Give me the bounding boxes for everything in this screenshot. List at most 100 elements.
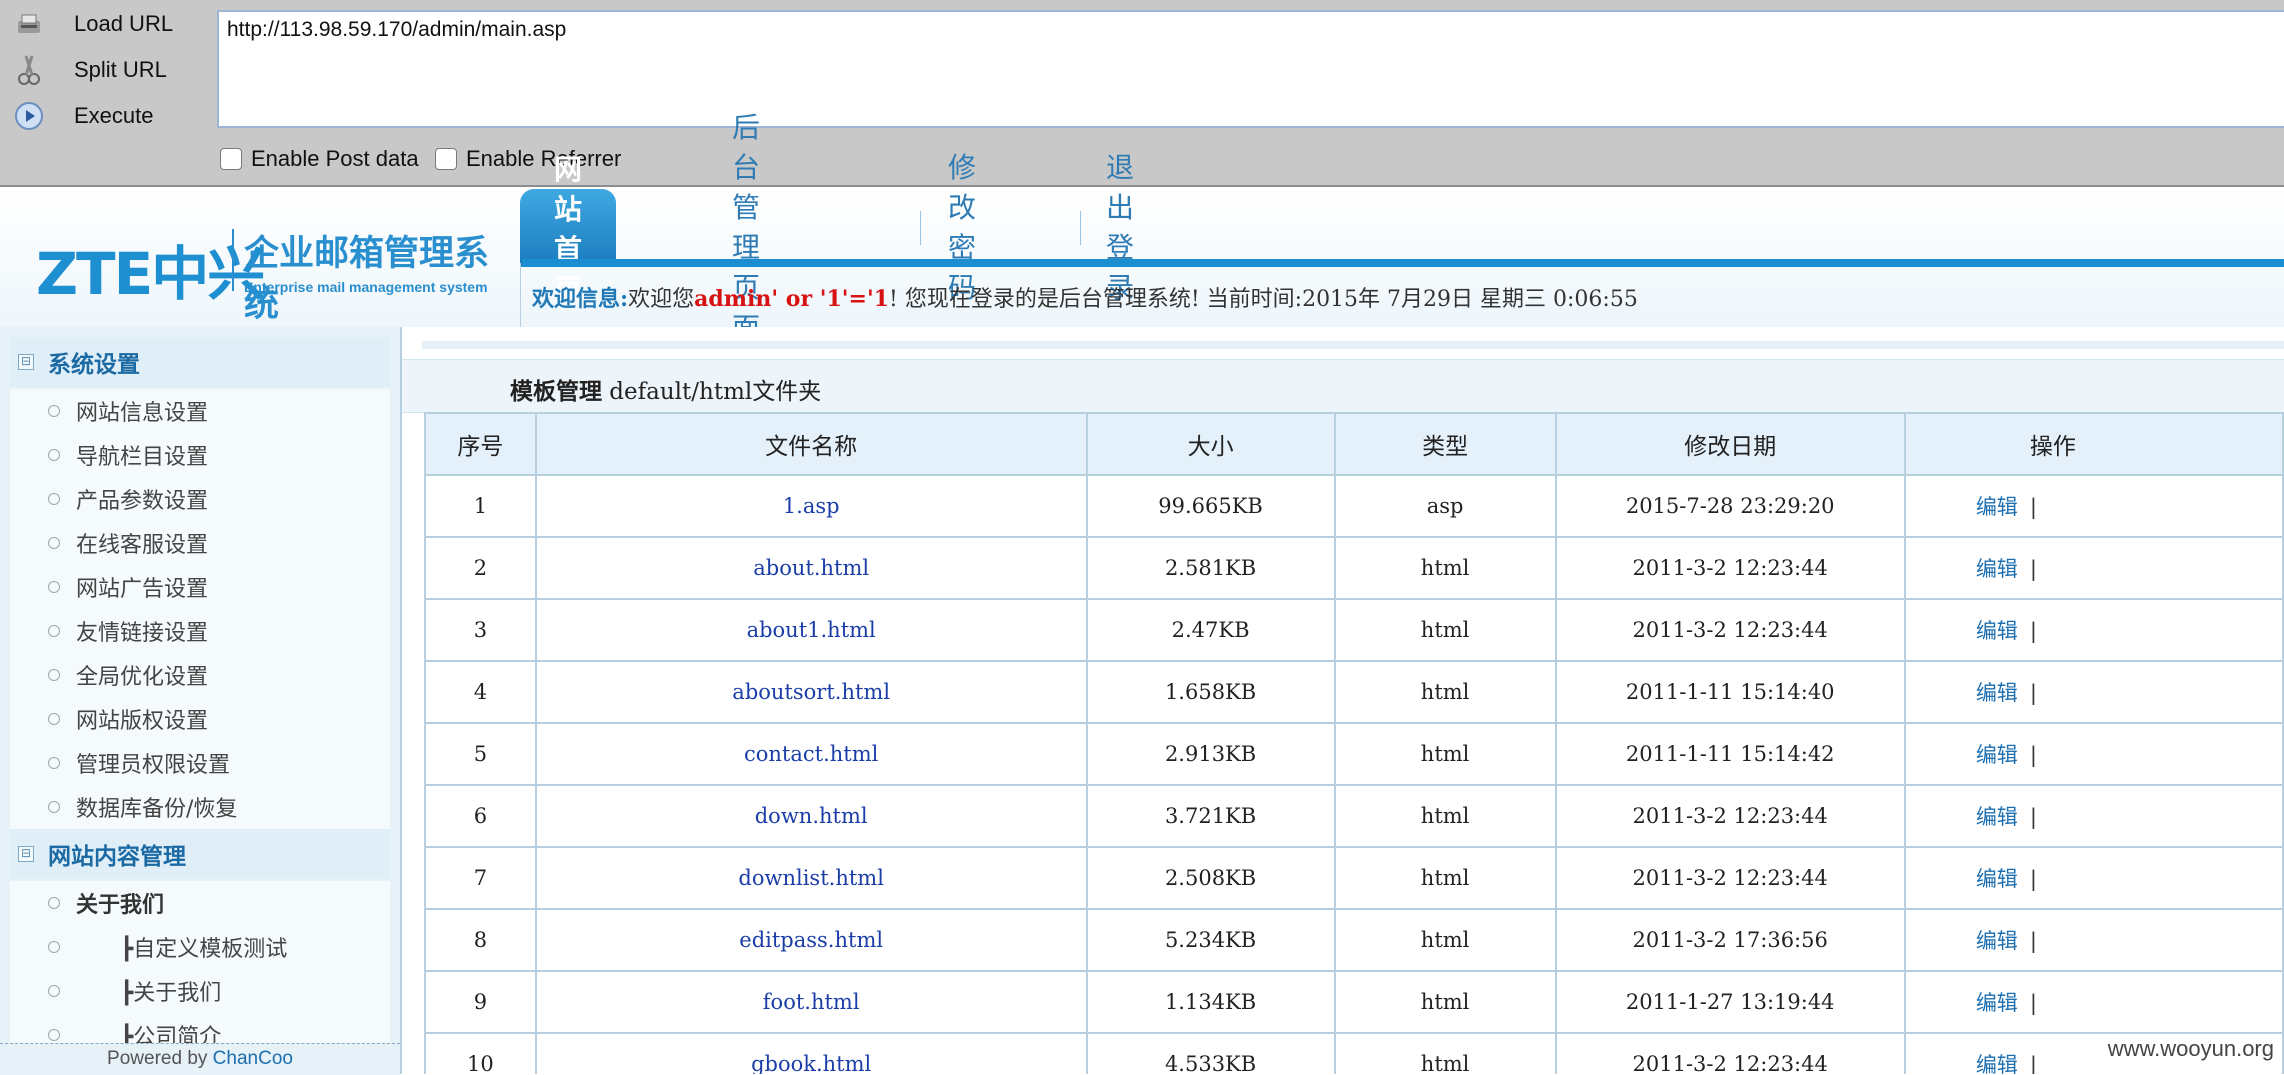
enable-referrer-checkbox[interactable]: Enable Referrer [435, 146, 621, 172]
sidebar-item[interactable]: 网站广告设置 [10, 565, 390, 609]
bullet-icon [48, 941, 60, 953]
cell-filename[interactable]: editpass.html [534, 908, 1088, 972]
chancoo-link[interactable]: ChanCoo [213, 1048, 293, 1069]
edit-link[interactable]: 编辑 [1976, 495, 2018, 519]
table-body: 1 1.asp 99.665KB asp 2015-7-28 23:29:20 编辑 | 2 a… [424, 474, 2284, 1074]
sidebar-item[interactable]: 数据库备份/恢复 [10, 785, 390, 829]
cell-date: 2011-3-2 12:23:44 [1554, 784, 1906, 848]
bullet-icon [48, 405, 60, 417]
sidebar-section-content-management[interactable]: ⊟ 网站内容管理 [10, 829, 390, 879]
sidebar-item[interactable]: 网站版权设置 [10, 697, 390, 741]
sidebar-list-system-settings: 网站信息设置 导航栏目设置 产品参数设置 在线客服设置 网站广告设置 友情链接设… [10, 389, 390, 829]
cell-filename[interactable]: foot.html [534, 970, 1088, 1034]
cell-size: 99.665KB [1085, 474, 1336, 538]
logo-system-name: 企业邮箱管理系统 [244, 234, 490, 325]
split-url-button[interactable]: Split URL [12, 50, 212, 90]
edit-link[interactable]: 编辑 [1976, 1053, 2018, 1074]
execute-button[interactable]: Execute [12, 96, 212, 136]
cell-size: 2.47KB [1085, 598, 1336, 662]
sidebar: ⊟ 系统设置 网站信息设置 导航栏目设置 产品参数设置 在线客服设置 网站广告设… [0, 327, 402, 1074]
cell-date: 2011-3-2 12:23:44 [1554, 598, 1906, 662]
sidebar-item[interactable]: 友情链接设置 [10, 609, 390, 653]
sidebar-item[interactable]: 产品参数设置 [10, 477, 390, 521]
sidebar-item[interactable]: ┣关于我们 [10, 969, 390, 1013]
edit-link[interactable]: 编辑 [1976, 805, 2018, 829]
zte-logo: ZTE中兴 企业邮箱管理系统 Enterprise mail managemen… [0, 189, 520, 327]
sidebar-item[interactable]: 导航栏目设置 [10, 433, 390, 477]
action-separator: | [2029, 743, 2037, 767]
cell-filename[interactable]: about1.html [534, 598, 1088, 662]
logo-system-name-en: Enterprise mail management system [244, 279, 488, 295]
cell-filename[interactable]: down.html [534, 784, 1088, 848]
table-row: 4 aboutsort.html 1.658KB html 2011-1-11 15:1… [424, 660, 2284, 724]
cell-size: 2.581KB [1085, 536, 1336, 600]
sidebar-item[interactable]: 在线客服设置 [10, 521, 390, 565]
main-content: 模板管理 default/html文件夹 序号 文件名称 大小 类型 修改日期 … [402, 327, 2284, 1074]
sidebar-item-label: 友情链接设置 [76, 621, 209, 646]
edit-link[interactable]: 编辑 [1976, 867, 2018, 891]
edit-link[interactable]: 编辑 [1976, 557, 2018, 581]
sidebar-item-label: 网站版权设置 [76, 709, 209, 734]
collapse-icon[interactable]: ⊟ [18, 354, 34, 370]
edit-link[interactable]: 编辑 [1976, 681, 2018, 705]
nav-home-tab[interactable]: 网站首页 [520, 153, 617, 306]
cell-filename[interactable]: gbook.html [534, 1032, 1088, 1074]
action-separator: | [2029, 929, 2037, 953]
sidebar-item[interactable]: 关于我们 [10, 881, 390, 925]
nav-divider [1080, 211, 1081, 245]
sidebar-item-label: 管理员权限设置 [76, 753, 231, 778]
cell-actions: 编辑 | [1903, 722, 2284, 786]
sidebar-item[interactable]: 网站信息设置 [10, 389, 390, 433]
cell-index: 1 [424, 474, 537, 538]
sidebar-item-label: 在线客服设置 [76, 533, 209, 558]
welcome-post: ! 您现在登录的是后台管理系统! 当前时间:2015年 7月29日 星期三 0:… [888, 287, 1638, 312]
col-filename-header: 文件名称 [534, 412, 1088, 476]
load-url-button[interactable]: Load URL [12, 4, 212, 44]
bullet-icon [48, 985, 60, 997]
nav-change-password-tab[interactable]: 修改密码 [948, 151, 976, 304]
template-file-table: 序号 文件名称 大小 类型 修改日期 操作 1 1.asp 99.665KB asp 2… [424, 412, 2284, 1074]
welcome-message: 欢迎信息:欢迎您admin' or '1'='1! 您现在登录的是后台管理系统!… [532, 281, 1638, 313]
nav-admin-tab[interactable]: 后台管理页面 [732, 111, 760, 344]
cell-index: 9 [424, 970, 537, 1034]
collapse-icon[interactable]: ⊟ [18, 846, 34, 862]
referrer-checkbox-label: Enable Referrer [466, 146, 622, 171]
nav-logout-tab[interactable]: 退出登录 [1106, 151, 1134, 304]
table-row: 7 downlist.html 2.508KB html 2011-3-2 12:23:… [424, 846, 2284, 910]
nav-underline-bar [522, 259, 2284, 267]
col-date-header: 修改日期 [1554, 412, 1906, 476]
cell-date: 2011-3-2 12:23:44 [1554, 536, 1906, 600]
url-textarea[interactable]: http://113.98.59.170/admin/main.asp [217, 10, 2284, 128]
cell-filename[interactable]: contact.html [534, 722, 1088, 786]
bullet-icon [48, 713, 60, 725]
edit-link[interactable]: 编辑 [1976, 743, 2018, 767]
cell-filename[interactable]: downlist.html [534, 846, 1088, 910]
execute-label: Execute [74, 103, 154, 128]
edit-link[interactable]: 编辑 [1976, 991, 2018, 1015]
logo-separator [232, 229, 234, 291]
powered-by-footer: Powered by ChanCoo [0, 1043, 400, 1075]
sidebar-item[interactable]: ┣自定义模板测试 [10, 925, 390, 969]
page-title-folder: default/html文件夹 [602, 379, 822, 405]
cell-actions: 编辑 | [1903, 970, 2284, 1034]
action-separator: | [2029, 619, 2037, 643]
post-checkbox-box[interactable] [220, 148, 242, 170]
cell-size: 5.234KB [1085, 908, 1336, 972]
sidebar-item[interactable]: 管理员权限设置 [10, 741, 390, 785]
cell-type: html [1333, 660, 1557, 724]
edit-link[interactable]: 编辑 [1976, 929, 2018, 953]
referrer-checkbox-box[interactable] [435, 148, 457, 170]
template-title-bar: 模板管理 default/html文件夹 [402, 359, 2284, 413]
enable-post-checkbox[interactable]: Enable Post data [220, 146, 419, 172]
cell-type: html [1333, 1032, 1557, 1074]
play-icon [12, 99, 46, 133]
cell-filename[interactable]: 1.asp [534, 474, 1088, 538]
edit-link[interactable]: 编辑 [1976, 619, 2018, 643]
action-separator: | [2029, 867, 2037, 891]
sidebar-item[interactable]: 全局优化设置 [10, 653, 390, 697]
cell-filename[interactable]: aboutsort.html [534, 660, 1088, 724]
cell-filename[interactable]: about.html [534, 536, 1088, 600]
sidebar-section-system-settings[interactable]: ⊟ 系统设置 [10, 337, 390, 387]
table-row: 8 editpass.html 5.234KB html 2011-3-2 17:36:… [424, 908, 2284, 972]
cell-type: html [1333, 536, 1557, 600]
